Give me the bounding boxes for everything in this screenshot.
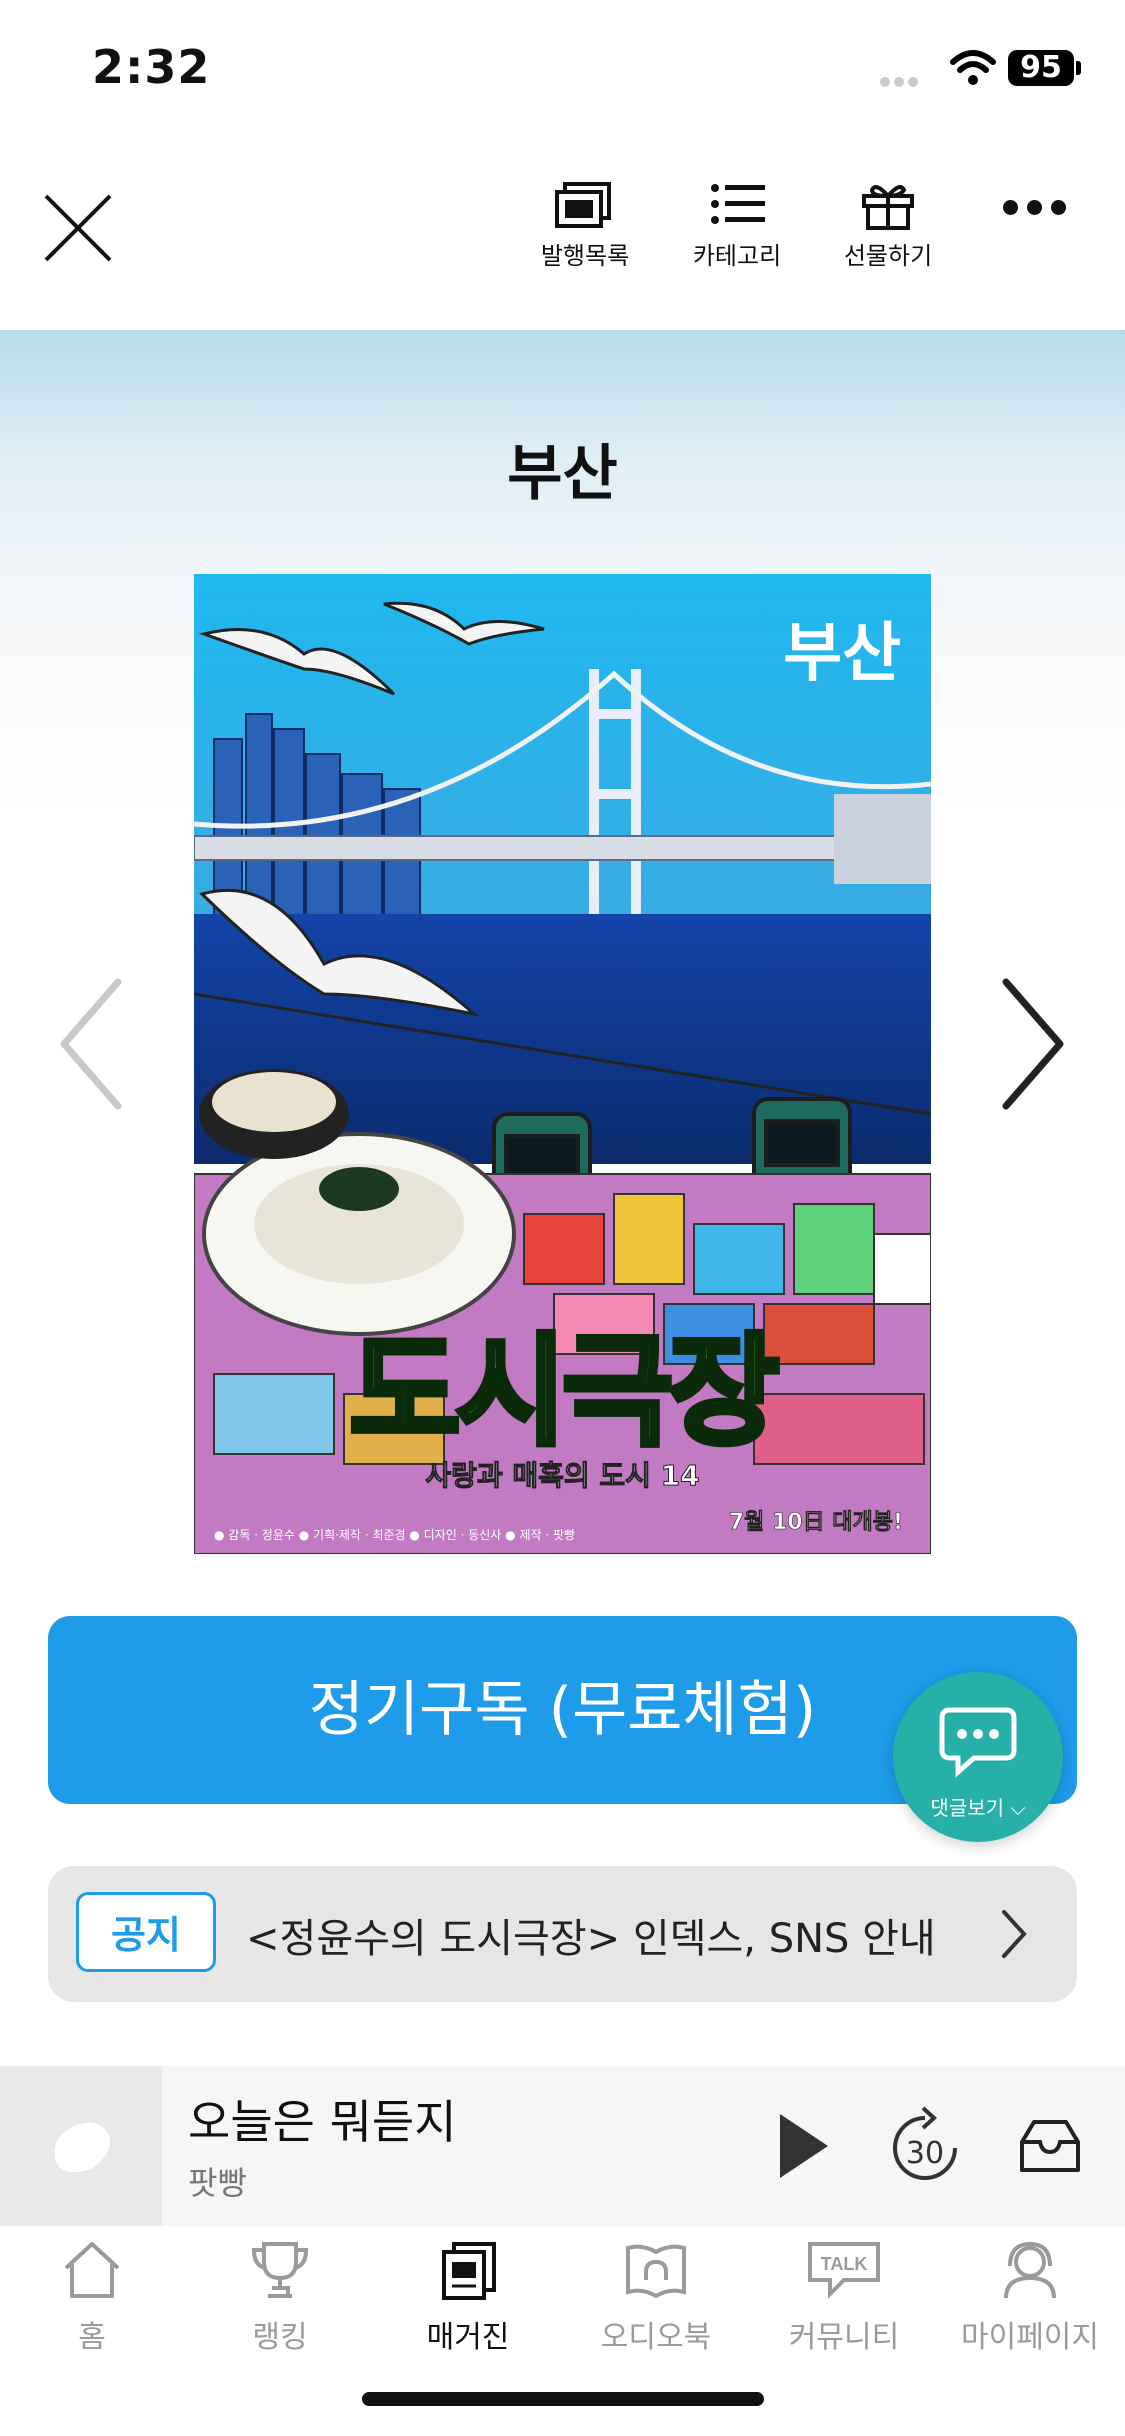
talk-icon: TALK (808, 2242, 880, 2299)
tab-magazine[interactable]: 매거진 (378, 2240, 558, 2356)
cover-city-badge: 부산 (783, 617, 901, 691)
wifi-icon (950, 50, 996, 85)
issue-list-label: 발행목록 (540, 242, 630, 270)
tab-community-label: 커뮤니티 (788, 2320, 900, 2355)
skip-seconds-label: 30 (905, 2136, 945, 2171)
gift-button[interactable]: 선물하기 (823, 180, 953, 271)
notice-text: <정윤수의 도시극장> 인덱스, SNS 안내 (246, 1916, 936, 1962)
gift-label: 선물하기 (843, 242, 933, 270)
tab-community[interactable]: TALK 커뮤니티 (754, 2240, 934, 2356)
cover-credits: ● 감독 · 정윤수 ● 기획·제작 · 최준경 ● 디자인 · 동신사 ● 제… (214, 1528, 576, 1542)
cover-main-title: 도시극장 (347, 1320, 783, 1465)
audiobook-icon (626, 2244, 686, 2299)
trophy-icon (251, 2242, 309, 2298)
player-title: 오늘은 뭐듣지 (188, 2095, 457, 2149)
chevron-right-icon (1002, 1910, 1027, 1958)
tab-magazine-label: 매거진 (426, 2320, 510, 2355)
category-button[interactable]: 카테고리 (672, 180, 802, 271)
notice-tag: 공지 (76, 1892, 216, 1972)
talk-icon-text: TALK (821, 2254, 868, 2274)
magazine-icon (442, 2242, 496, 2300)
tab-home[interactable]: 홈 (2, 2240, 182, 2356)
skip-forward-button[interactable]: 30 (890, 2106, 960, 2186)
play-button[interactable] (776, 2110, 832, 2182)
category-list-icon (711, 184, 765, 224)
magazine-title: 부산 (507, 439, 618, 509)
chat-bubble-icon (939, 1707, 1017, 1778)
player-thumbnail (0, 2066, 162, 2226)
mini-player[interactable]: 오늘은 뭐듣지 팟빵 30 (0, 2066, 1125, 2226)
cover-release-date: 7월 10日 대개봉! (728, 1510, 903, 1536)
more-options-button[interactable] (1003, 200, 1079, 246)
tab-audiobook[interactable]: 오디오북 (566, 2240, 746, 2356)
tab-audiobook-label: 오디오북 (600, 2320, 712, 2355)
next-issue-arrow[interactable] (994, 974, 1074, 1114)
prev-issue-arrow[interactable] (50, 974, 130, 1114)
tab-home-label: 홈 (78, 2320, 106, 2355)
inbox-icon[interactable] (1018, 2116, 1082, 2176)
home-indicator[interactable] (362, 2392, 764, 2406)
comments-button[interactable]: 댓글보기 ⌵ (893, 1672, 1063, 1842)
close-button[interactable] (40, 190, 116, 266)
tab-mypage-label: 마이페이지 (961, 2320, 1099, 2355)
battery-tip (1076, 61, 1081, 75)
player-subtitle: 팟빵 (188, 2164, 247, 2202)
category-label: 카테고리 (692, 242, 782, 270)
cover-subtitle: 사랑과 매혹의 도시 14 (425, 1459, 700, 1493)
magazine-cover[interactable]: 부산 도시극장 사랑과 매혹의 도시 14 7월 10日 대개봉! ● 감독 ·… (194, 574, 931, 1554)
gift-icon (862, 185, 914, 230)
tab-mypage[interactable]: 마이페이지 (940, 2240, 1120, 2356)
profile-icon (1004, 2241, 1056, 2299)
status-time: 2:32 (92, 40, 211, 94)
tab-ranking-label: 랭킹 (252, 2320, 308, 2355)
cellular-signal-icon (880, 72, 938, 87)
home-icon (64, 2242, 120, 2298)
issue-list-icon (555, 182, 611, 228)
tab-ranking[interactable]: 랭킹 (190, 2240, 370, 2356)
comments-label: 댓글보기 ⌵ (930, 1796, 1026, 1820)
issue-list-button[interactable]: 발행목록 (520, 180, 650, 271)
podbbang-bean-icon (54, 2122, 110, 2172)
battery-indicator: 95 (1008, 50, 1074, 86)
notice-banner[interactable]: 공지 <정윤수의 도시극장> 인덱스, SNS 안내 (48, 1866, 1077, 2002)
